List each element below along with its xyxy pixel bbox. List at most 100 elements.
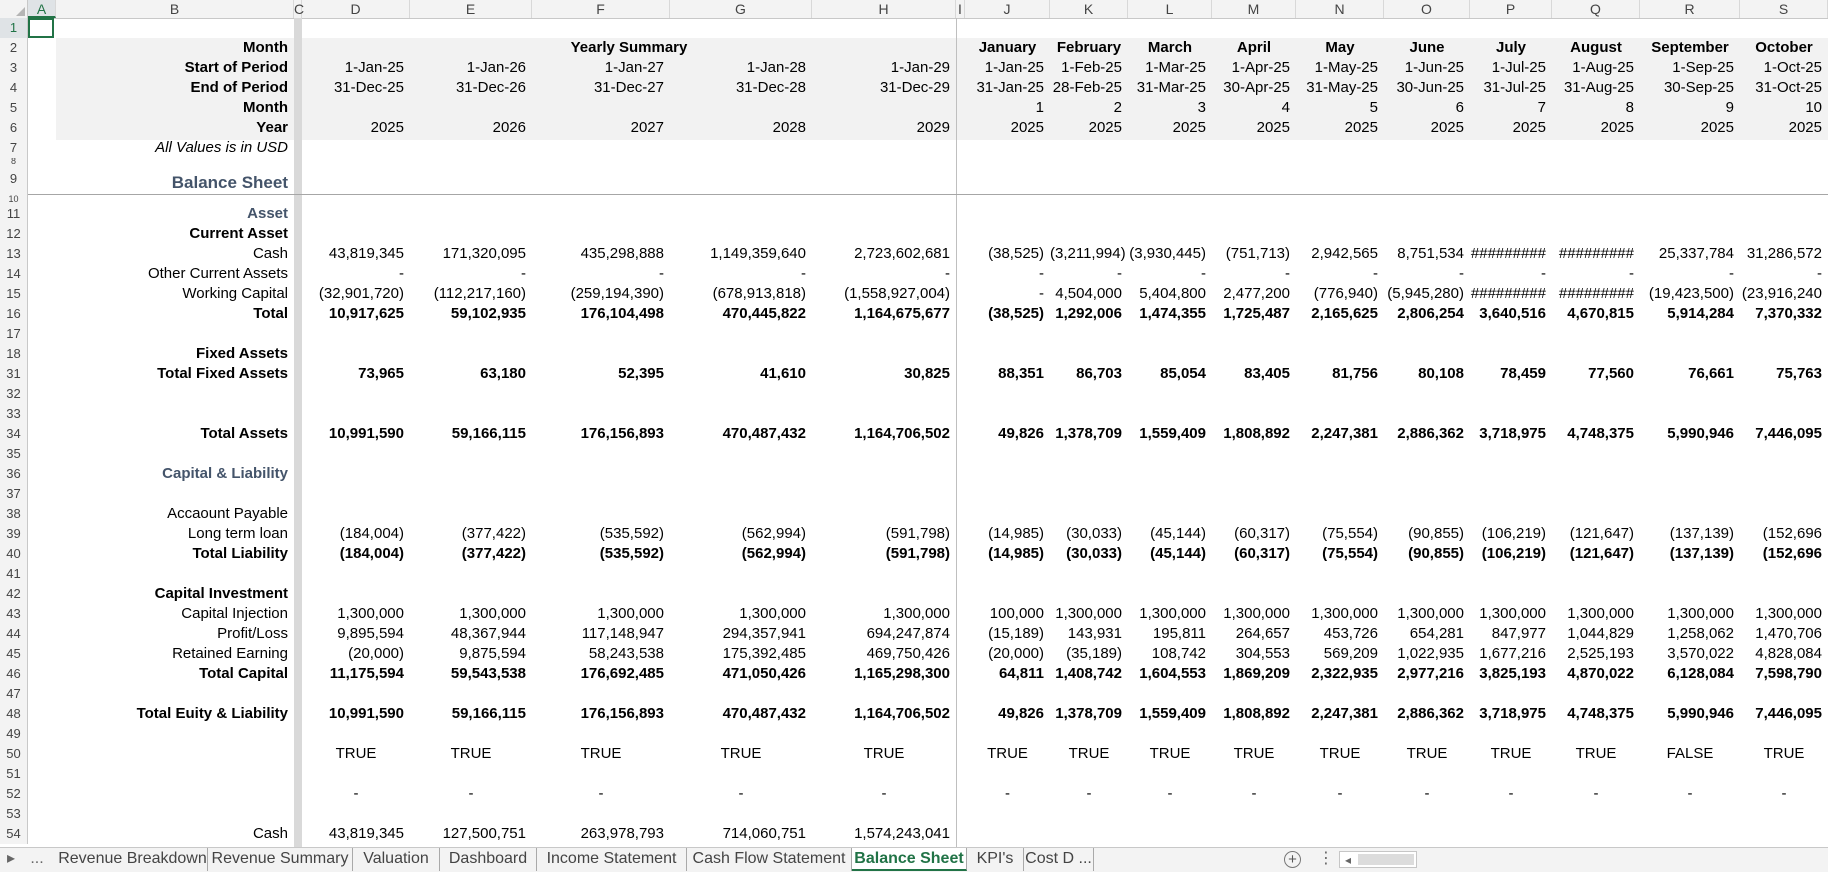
row-header-5[interactable]: 5 [0,98,28,118]
sheet-tab-cost-d[interactable]: Cost D ... [1024,848,1094,871]
row-header-13[interactable]: 13 [0,244,28,264]
sheet-tab-dashboard[interactable]: Dashboard [440,848,537,871]
month-name-header: April [1236,39,1272,56]
row-header-12[interactable]: 12 [0,224,28,244]
row-header-4[interactable]: 4 [0,78,28,98]
active-cell-a1[interactable] [28,18,54,38]
monthly-value: 85,054 [1160,365,1206,382]
monthly-value: 2,886,362 [1397,425,1464,442]
column-i-divider [956,18,957,847]
monthly-value: (35,189) [1066,645,1122,662]
monthly-value: 4,670,815 [1567,305,1634,322]
horizontal-scrollbar[interactable]: ◂ [1339,851,1417,868]
monthly-start-date: 1-Feb-25 [1061,59,1122,76]
row-header-43[interactable]: 43 [0,604,28,624]
row-header-37[interactable]: 37 [0,484,28,504]
sheet-tab-revenue-breakdown[interactable]: Revenue Breakdown [58,848,208,871]
monthly-year: 2025 [1430,119,1464,136]
row-header-10[interactable]: 10 [0,194,28,204]
row-header-52[interactable]: 52 [0,784,28,804]
add-sheet-button[interactable]: + [1284,851,1301,868]
monthly-value: 31,286,572 [1746,245,1822,262]
tab-options-icon[interactable]: ⋮ [1318,848,1334,871]
row-header-7[interactable]: 7 [0,138,28,158]
select-all-corner[interactable] [0,0,28,18]
more-sheets-button[interactable]: ... [24,848,50,871]
column-header-s[interactable]: S [1740,0,1828,18]
row-header-40[interactable]: 40 [0,544,28,564]
column-header-q[interactable]: Q [1552,0,1640,18]
row-header-9[interactable]: 9 [0,164,28,194]
yearly-value: - [598,785,604,802]
row-header-6[interactable]: 6 [0,118,28,138]
sheet-tab-balance-sheet[interactable]: Balance Sheet [852,848,967,871]
row-header-53[interactable]: 53 [0,804,28,824]
row-header-41[interactable]: 41 [0,564,28,584]
row-header-34[interactable]: 34 [0,424,28,444]
row-header-48[interactable]: 48 [0,704,28,724]
column-header-j[interactable]: J [965,0,1050,18]
column-header-g[interactable]: G [670,0,812,18]
row-header-15[interactable]: 15 [0,284,28,304]
row-header-11[interactable]: 11 [0,204,28,224]
row-header-2[interactable]: 2 [0,38,28,58]
column-header-p[interactable]: P [1470,0,1552,18]
sheet-tab-valuation[interactable]: Valuation [353,848,440,871]
row-header-14[interactable]: 14 [0,264,28,284]
row-header-3[interactable]: 3 [0,58,28,78]
monthly-value: 1,292,006 [1055,305,1122,322]
spreadsheet-grid[interactable]: ABCDEFGHIJKLMNOPQRS 1 2 3 4 5 6 7 8 9 10 11 12 13 14 1… [0,0,1828,847]
monthly-value: 1,470,706 [1755,625,1822,642]
row-header-51[interactable]: 51 [0,764,28,784]
label-start-of-period: Start of Period [184,59,288,76]
scroll-left-button[interactable]: ◂ [1341,849,1355,872]
column-header-a[interactable]: A [28,0,56,18]
row-header-16[interactable]: 16 [0,304,28,324]
column-header-f[interactable]: F [532,0,670,18]
row-header-33[interactable]: 33 [0,404,28,424]
scrollbar-thumb[interactable] [1358,854,1414,865]
column-header-r[interactable]: R [1640,0,1740,18]
next-sheet-button[interactable]: ▸ [2,848,20,871]
row-header-46[interactable]: 46 [0,664,28,684]
column-header-l[interactable]: L [1128,0,1212,18]
sheet-tab-cash-flow-statement[interactable]: Cash Flow Statement [687,848,852,871]
column-header-k[interactable]: K [1050,0,1128,18]
row-header-38[interactable]: 38 [0,504,28,524]
row-header-42[interactable]: 42 [0,584,28,604]
column-header-b[interactable]: B [56,0,294,18]
monthly-start-date: 1-Oct-25 [1763,59,1822,76]
sheet-tab-income-statement[interactable]: Income Statement [537,848,687,871]
monthly-value: 49,826 [998,705,1044,722]
column-header-i[interactable]: I [956,0,965,18]
monthly-value: 64,811 [998,665,1044,682]
column-header-d[interactable]: D [302,0,410,18]
row-header-35[interactable]: 35 [0,444,28,464]
column-header-n[interactable]: N [1296,0,1384,18]
row-header-17[interactable]: 17 [0,324,28,344]
row-header-45[interactable]: 45 [0,644,28,664]
column-header-h[interactable]: H [812,0,956,18]
column-header-m[interactable]: M [1212,0,1296,18]
monthly-value: 5,914,284 [1667,305,1734,322]
sheet-tab-revenue-summary[interactable]: Revenue Summary [208,848,353,871]
row-header-1[interactable]: 1 [0,18,28,38]
row-header-36[interactable]: 36 [0,464,28,484]
row-header-54[interactable]: 54 [0,824,28,844]
sheet-tab-kpi-s[interactable]: KPI's [967,848,1024,871]
column-header-c[interactable]: C [294,0,304,18]
row-header-47[interactable]: 47 [0,684,28,704]
row-header-39[interactable]: 39 [0,524,28,544]
row-header-44[interactable]: 44 [0,624,28,644]
row-header-49[interactable]: 49 [0,724,28,744]
column-header-e[interactable]: E [410,0,532,18]
row-header-50[interactable]: 50 [0,744,28,764]
monthly-value: (19,423,500) [1648,285,1734,302]
monthly-end-date: 31-May-25 [1306,79,1378,96]
monthly-value: 2,525,193 [1567,645,1634,662]
column-header-o[interactable]: O [1384,0,1470,18]
monthly-value: 1,559,409 [1139,705,1206,722]
row-header-18[interactable]: 18 [0,344,28,364]
row-header-31[interactable]: 31 [0,364,28,384]
row-header-32[interactable]: 32 [0,384,28,404]
